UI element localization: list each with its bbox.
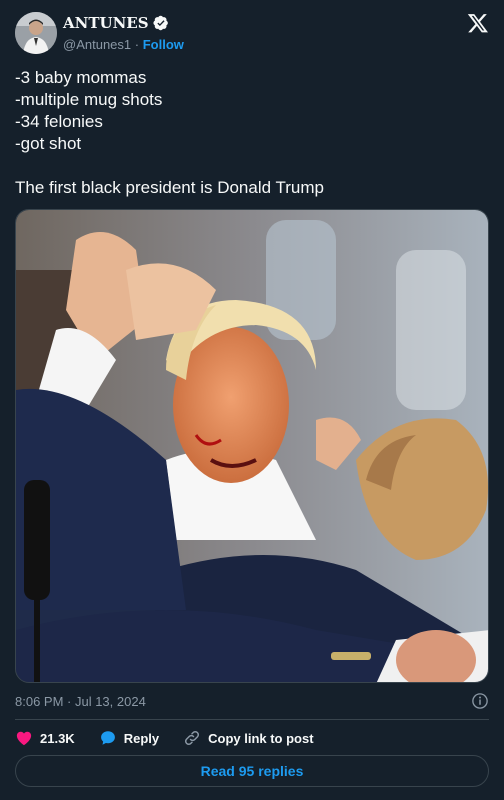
copy-link-button[interactable]: Copy link to post (183, 729, 314, 747)
x-logo-icon[interactable] (467, 12, 489, 34)
read-replies-button[interactable]: Read 95 replies (15, 755, 489, 787)
tweet-photo[interactable] (15, 209, 489, 683)
like-count: 21.3K (40, 730, 75, 746)
tweet-line: -3 baby mommas (15, 68, 147, 87)
separator-dot: · (134, 37, 140, 52)
action-bar: 21.3K Reply Copy link to post (15, 726, 489, 750)
author-handle[interactable]: @Antunes1 (63, 37, 131, 52)
tweet-line (15, 155, 485, 177)
read-replies-label: Read 95 replies (200, 763, 304, 779)
heart-icon (16, 731, 32, 746)
author-display-name[interactable]: ANTUNES (63, 14, 149, 32)
copy-link-label: Copy link to post (208, 730, 314, 746)
verified-badge-icon (153, 15, 168, 31)
handle-row: @Antunes1 · Follow (63, 37, 184, 52)
reply-label: Reply (123, 730, 160, 746)
reply-button[interactable]: Reply (99, 729, 159, 747)
author-name-row[interactable]: ANTUNES (63, 14, 184, 32)
tweet-line: -34 felonies (15, 112, 103, 131)
link-icon (185, 730, 200, 746)
info-icon[interactable] (471, 692, 489, 710)
author-names: ANTUNES @Antunes1 · Follow (63, 14, 184, 52)
photo-image (16, 210, 488, 682)
follow-button[interactable]: Follow (143, 37, 184, 52)
tweet-line: -got shot (15, 134, 82, 153)
tweet-header: ANTUNES @Antunes1 · Follow (15, 10, 489, 56)
like-button[interactable]: 21.3K (15, 729, 75, 747)
avatar[interactable] (15, 12, 57, 54)
tweet-line: -multiple mug shots (15, 90, 163, 109)
tweet-card: ANTUNES @Antunes1 · Follow -3 baby momma… (0, 0, 504, 800)
tweet-line: The first black president is Donald Trum… (15, 178, 324, 197)
timestamp[interactable]: 8:06 PM · Jul 13, 2024 (15, 694, 146, 709)
tweet-text: -3 baby mommas -multiple mug shots -34 f… (15, 67, 485, 199)
divider (15, 719, 489, 720)
avatar-image (15, 12, 57, 54)
reply-bubble-icon (100, 731, 115, 745)
timestamp-row: 8:06 PM · Jul 13, 2024 (15, 690, 489, 712)
